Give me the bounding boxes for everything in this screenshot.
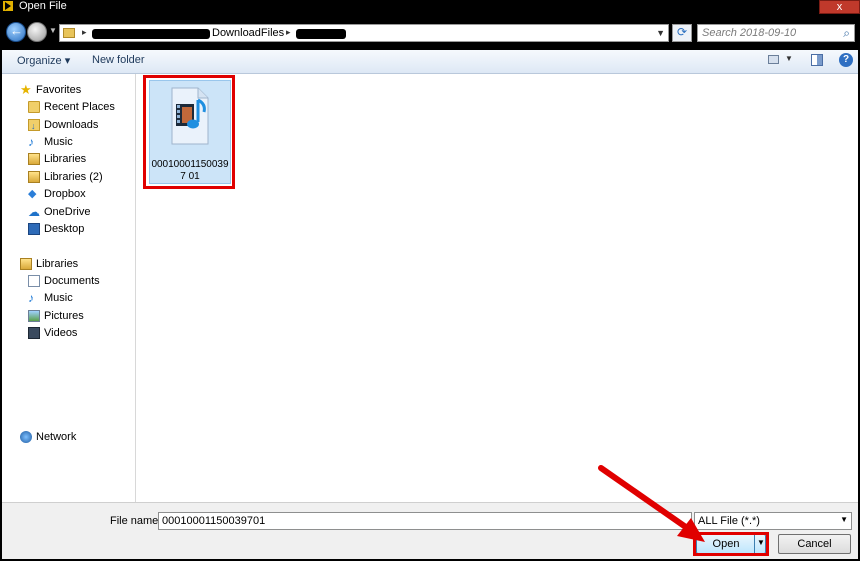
library-icon <box>20 258 32 270</box>
help-button[interactable]: ? <box>839 53 853 67</box>
address-dropdown-icon[interactable]: ▼ <box>656 28 665 38</box>
chevron-down-icon: ▼ <box>840 515 848 524</box>
network-icon <box>20 431 32 443</box>
view-options-dropdown-icon[interactable]: ▼ <box>785 54 793 63</box>
redacted-path-segment <box>92 29 210 39</box>
video-icon <box>28 327 40 339</box>
navigation-pane: ★ Favorites Recent Places Downloads ♪ Mu… <box>2 74 135 502</box>
change-view-icon[interactable] <box>768 55 779 64</box>
app-icon <box>3 1 13 11</box>
window-title: Open File <box>19 0 67 12</box>
picture-icon <box>28 310 40 322</box>
search-input[interactable] <box>702 26 832 40</box>
dropbox-icon: ◆ <box>28 188 37 200</box>
recent-places-icon <box>28 101 40 113</box>
recent-locations-dropdown[interactable]: ▼ <box>49 26 57 35</box>
music-note-icon: ♪ <box>28 291 34 305</box>
new-folder-button[interactable]: New folder <box>92 54 145 66</box>
cancel-button[interactable]: Cancel <box>778 534 851 554</box>
cloud-icon: ☁ <box>28 205 40 219</box>
refresh-button[interactable]: ⟳ <box>672 24 692 42</box>
star-icon: ★ <box>20 82 32 97</box>
close-button[interactable]: x <box>819 0 860 14</box>
file-highlight-box <box>143 75 235 189</box>
address-bar[interactable]: ▸ DownloadFiles ▸ ▼ <box>59 24 669 42</box>
search-icon[interactable]: ⌕ <box>843 26 850 41</box>
document-icon <box>28 275 40 287</box>
file-list-area[interactable] <box>136 74 858 502</box>
music-note-icon: ♪ <box>28 135 34 149</box>
title-bar: Open File x <box>0 0 860 14</box>
breadcrumb-separator-icon[interactable]: ▸ <box>82 27 87 38</box>
annotation-arrow-icon <box>598 465 705 542</box>
downloads-icon <box>28 118 40 134</box>
command-toolbar: Organize ▾ New folder ▼ ? <box>2 50 858 74</box>
folder-icon <box>63 28 75 38</box>
library-icon <box>28 153 40 165</box>
back-button[interactable] <box>6 22 26 42</box>
address-row: ▼ ▸ DownloadFiles ▸ ▼ ⟳ ⌕ <box>0 14 860 50</box>
desktop-icon <box>28 223 40 235</box>
open-file-dialog: Open File x ▼ ▸ DownloadFiles ▸ ▼ ⟳ ⌕ Or… <box>0 0 860 561</box>
preview-pane-icon[interactable] <box>811 54 823 66</box>
library-icon <box>28 171 40 183</box>
redacted-path-segment <box>296 29 346 39</box>
cancel-button-label: Cancel <box>797 538 832 550</box>
search-box[interactable]: ⌕ <box>697 24 855 42</box>
organize-button[interactable]: Organize ▾ <box>17 54 70 67</box>
file-name-label: File name: <box>110 515 162 527</box>
breadcrumb-folder[interactable]: DownloadFiles <box>212 27 284 39</box>
forward-button[interactable] <box>27 22 47 42</box>
breadcrumb-separator-icon[interactable]: ▸ <box>286 27 291 38</box>
